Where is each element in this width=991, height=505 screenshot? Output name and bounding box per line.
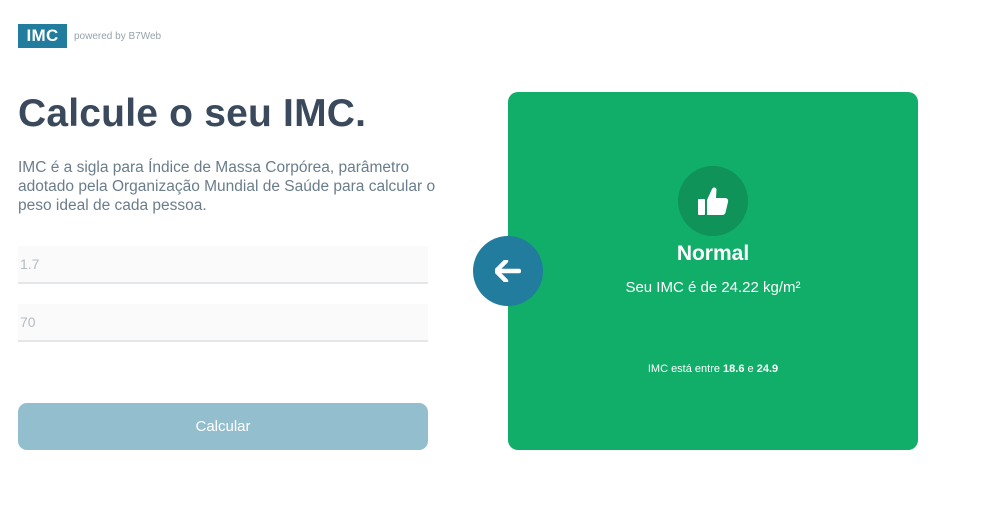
result-range: IMC está entre 18.6 e 24.9 [508,363,918,375]
description: IMC é a sigla para Índice de Massa Corpó… [18,159,436,214]
intro-section: Calcule o seu IMC. IMC é a sigla para Ín… [18,92,435,215]
page: IMC powered by B7Web Calcule o seu IMC. … [0,0,991,505]
thumbs-up-icon [698,187,729,215]
calculate-button[interactable]: Calcular [18,403,428,450]
powered-by-text: powered by B7Web [74,30,162,42]
weight-input[interactable]: 70 [18,304,428,342]
range-join: e [747,363,754,375]
page-title: Calcule o seu IMC. [18,92,367,135]
range-min: 18.6 [723,363,745,375]
header: IMC powered by B7Web [18,24,161,48]
height-input[interactable]: 1.7 [18,246,428,284]
arrow-left-icon [495,260,521,282]
logo: IMC [18,24,67,48]
range-prefix: IMC está entre [647,363,720,375]
back-button[interactable] [473,236,543,306]
result-icon-circle [678,166,748,236]
range-max: 24.9 [756,363,779,375]
result-imc-value: Seu IMC é de 24.22 kg/m² [625,279,801,296]
result-card: Normal Seu IMC é de 24.22 kg/m² IMC está… [508,92,918,450]
result-status: Normal [676,242,750,265]
